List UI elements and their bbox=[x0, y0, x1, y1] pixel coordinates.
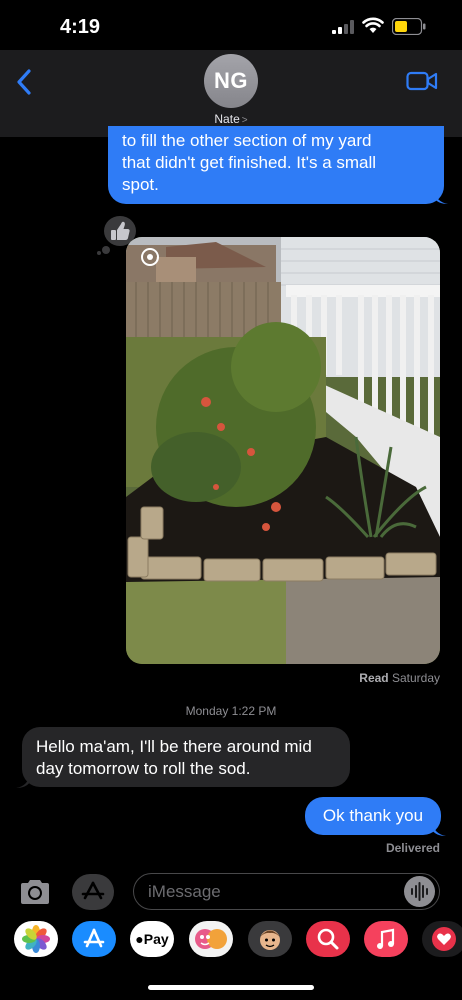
status-bar: 4:19 bbox=[0, 0, 462, 50]
message-input-placeholder: iMessage bbox=[148, 882, 221, 901]
read-day: Saturday bbox=[391, 671, 440, 685]
outgoing-message-bubble[interactable]: Ok thank you bbox=[305, 797, 441, 835]
music-button[interactable] bbox=[364, 921, 408, 957]
audio-message-button[interactable] bbox=[404, 876, 435, 907]
music-icon bbox=[377, 928, 395, 949]
contact-avatar[interactable]: NG bbox=[204, 54, 258, 108]
bubble-tail bbox=[432, 822, 446, 836]
read-receipt: Read Saturday bbox=[359, 671, 440, 685]
animoji-button[interactable] bbox=[248, 921, 292, 957]
memoji-stickers-icon bbox=[195, 929, 227, 949]
message-line: that didn't get finished. It's a small bbox=[122, 153, 377, 172]
conversation-header: NG Nate > bbox=[0, 50, 462, 137]
cellular-signal-icon bbox=[332, 20, 354, 34]
outgoing-message-bubble[interactable]: to fill the other section of my yard tha… bbox=[108, 126, 444, 204]
photos-app-button[interactable] bbox=[14, 921, 58, 957]
apple-logo-icon: ● bbox=[135, 931, 144, 947]
tapback-tail bbox=[102, 246, 110, 254]
waveform-icon bbox=[411, 882, 428, 901]
delivered-status: Delivered bbox=[385, 841, 440, 855]
wifi-icon bbox=[362, 17, 384, 33]
app-store-drawer-button[interactable] bbox=[72, 921, 116, 957]
message-line: to fill the other section of my yard bbox=[122, 131, 372, 150]
message-line: spot. bbox=[122, 175, 159, 194]
avatar-initials: NG bbox=[214, 68, 248, 93]
contact-name-button[interactable]: Nate > bbox=[0, 112, 462, 126]
message-line: day tomorrow to roll the sod. bbox=[36, 759, 251, 778]
memoji-stickers-button[interactable] bbox=[189, 921, 233, 957]
apple-pay-label: Pay bbox=[143, 931, 169, 947]
photos-app-icon bbox=[22, 925, 50, 953]
message-input[interactable]: iMessage bbox=[133, 873, 440, 910]
incoming-message-bubble[interactable]: Hello ma'am, I'll be there around mid da… bbox=[22, 727, 350, 787]
apple-pay-button[interactable]: ● Pay bbox=[130, 921, 174, 957]
app-store-icon bbox=[83, 928, 105, 948]
camera-icon[interactable] bbox=[18, 878, 52, 906]
digital-touch-button[interactable] bbox=[422, 921, 462, 957]
images-search-icon bbox=[317, 928, 339, 950]
read-label: Read bbox=[359, 671, 389, 685]
battery-icon bbox=[392, 18, 426, 35]
contact-name: Nate bbox=[214, 112, 240, 126]
bubble-tail bbox=[434, 190, 448, 204]
back-chevron-icon[interactable] bbox=[14, 68, 34, 96]
images-search-button[interactable] bbox=[306, 921, 350, 957]
home-indicator bbox=[148, 985, 314, 990]
bubble-tail bbox=[16, 774, 30, 788]
animoji-icon bbox=[260, 930, 280, 950]
digital-touch-icon bbox=[432, 927, 456, 951]
tapback-tail bbox=[97, 251, 101, 255]
date-separator: Monday 1:22 PM bbox=[185, 704, 277, 718]
app-store-icon bbox=[81, 881, 105, 900]
facetime-video-icon[interactable] bbox=[406, 70, 438, 92]
message-text: Ok thank you bbox=[322, 806, 424, 825]
chevron-right-icon: > bbox=[241, 115, 248, 126]
garden-bed-photo bbox=[126, 237, 440, 664]
photo-attachment[interactable] bbox=[126, 237, 440, 664]
message-line: Hello ma'am, I'll be there around mid bbox=[36, 737, 312, 756]
app-store-button[interactable] bbox=[72, 874, 114, 910]
status-time: 4:19 bbox=[60, 16, 101, 38]
